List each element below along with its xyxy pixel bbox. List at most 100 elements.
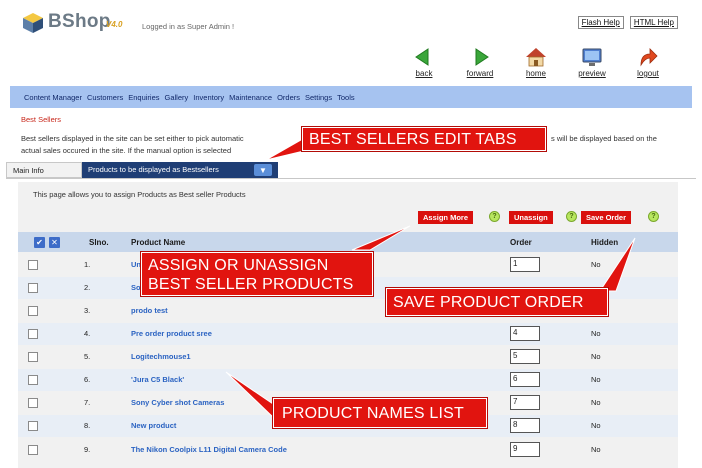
order-input[interactable]: 5 <box>510 349 540 364</box>
menu-enquiries[interactable]: Enquiries <box>128 93 159 102</box>
row-checkbox[interactable] <box>28 260 38 270</box>
monitor-icon <box>582 48 602 66</box>
table-row: 6. 'Jura C5 Black' 6 No <box>18 369 678 391</box>
description-line2: actual sales occured in the site. If the… <box>21 146 232 155</box>
check-all-icon[interactable]: ✔ <box>34 237 45 248</box>
table-row: 9. The Nikon Coolpix L11 Digital Camera … <box>18 439 678 461</box>
row-slno: 1. <box>84 260 91 269</box>
header-product-name: Product Name <box>131 238 186 247</box>
back-arrow-icon <box>415 48 429 66</box>
row-slno: 9. <box>84 445 91 454</box>
header-hidden: Hidden <box>591 238 619 247</box>
help-icon[interactable]: ? <box>648 211 659 222</box>
row-slno: 2. <box>84 283 91 292</box>
product-name-link[interactable]: The Nikon Coolpix L11 Digital Camera Cod… <box>131 445 287 454</box>
help-icon[interactable]: ? <box>489 211 500 222</box>
tab-bestseller-select[interactable]: Products to be displayed as Bestsellers … <box>82 162 278 178</box>
forward-label: forward <box>466 69 494 78</box>
assign-more-button[interactable]: Assign More <box>418 211 474 224</box>
logout-icon <box>640 48 658 67</box>
back-button[interactable]: back <box>400 46 448 82</box>
product-name-link[interactable]: Sony Cyber shot Cameras <box>131 398 224 407</box>
help-links: Flash Help HTML Help <box>577 16 678 29</box>
row-checkbox[interactable] <box>28 329 38 339</box>
menu-maintenance[interactable]: Maintenance <box>229 93 272 102</box>
table-row: 4. Pre order product sree 4 No <box>18 323 678 345</box>
order-input[interactable]: 4 <box>510 326 540 341</box>
table-row: 5. Logitechmouse1 5 No <box>18 346 678 368</box>
row-checkbox[interactable] <box>28 352 38 362</box>
product-name-link[interactable]: So <box>131 283 141 292</box>
menu-tools[interactable]: Tools <box>337 93 355 102</box>
product-name-link[interactable]: prodo test <box>131 306 168 315</box>
flash-help-link[interactable]: Flash Help <box>577 16 624 29</box>
order-input[interactable]: 1 <box>510 257 540 272</box>
product-name-link[interactable]: Logitechmouse1 <box>131 352 191 361</box>
menu-customers[interactable]: Customers <box>87 93 123 102</box>
order-input[interactable]: 7 <box>510 395 540 410</box>
row-slno: 5. <box>84 352 91 361</box>
row-checkbox[interactable] <box>28 283 38 293</box>
row-checkbox[interactable] <box>28 421 38 431</box>
logged-in-text: Logged in as Super Admin ! <box>142 22 235 31</box>
preview-label: preview <box>578 69 606 78</box>
tab-select-label: Products to be displayed as Bestsellers <box>88 165 219 174</box>
menu-inventory[interactable]: Inventory <box>193 93 224 102</box>
menu-content-manager[interactable]: Content Manager <box>24 93 82 102</box>
unassign-button[interactable]: Unassign <box>509 211 553 224</box>
row-slno: 7. <box>84 398 91 407</box>
tab-bar: Main Info Products to be displayed as Be… <box>6 162 278 178</box>
table-header: Slno. Product Name Order Hidden <box>18 232 678 252</box>
callout-assign-line2: BEST SELLER PRODUCTS <box>148 276 354 293</box>
header-order: Order <box>510 238 532 247</box>
order-input[interactable]: 9 <box>510 442 540 457</box>
tab-divider <box>6 178 696 179</box>
toolbar: back forward home preview logout <box>400 46 672 82</box>
help-icon[interactable]: ? <box>566 211 577 222</box>
brand-name: BShop <box>48 11 111 32</box>
header-slno: Slno. <box>89 238 109 247</box>
callout-save-order: SAVE PRODUCT ORDER <box>386 288 608 316</box>
menu-gallery[interactable]: Gallery <box>165 93 189 102</box>
row-slno: 8. <box>84 421 91 430</box>
main-menu: Content Manager Customers Enquiries Gall… <box>10 86 692 108</box>
row-checkbox[interactable] <box>28 306 38 316</box>
hidden-value: No <box>591 329 601 338</box>
row-checkbox[interactable] <box>28 375 38 385</box>
menu-settings[interactable]: Settings <box>305 93 332 102</box>
back-label: back <box>415 69 433 78</box>
logo-icon <box>23 13 43 33</box>
callout-names-list: PRODUCT NAMES LIST <box>273 398 487 428</box>
chevron-down-icon[interactable]: ▼ <box>254 164 272 176</box>
product-name-link[interactable]: Pre order product sree <box>131 329 212 338</box>
save-order-button[interactable]: Save Order <box>581 211 632 224</box>
order-input[interactable]: 6 <box>510 372 540 387</box>
home-button[interactable]: home <box>512 46 560 82</box>
info-text: This page allows you to assign Products … <box>33 190 246 199</box>
product-name-link[interactable]: 'Jura C5 Black' <box>131 375 184 384</box>
uncheck-all-icon[interactable]: ✕ <box>49 237 60 248</box>
forward-arrow-icon <box>475 48 489 66</box>
preview-button[interactable]: preview <box>568 46 616 82</box>
html-help-link[interactable]: HTML Help <box>629 16 678 29</box>
hidden-value: No <box>591 421 601 430</box>
hidden-value: No <box>591 375 601 384</box>
version-label: V4.0 <box>106 20 123 29</box>
product-name-link[interactable]: Un <box>131 260 141 269</box>
logout-button[interactable]: logout <box>624 46 672 82</box>
row-slno: 4. <box>84 329 91 338</box>
row-checkbox[interactable] <box>28 445 38 455</box>
breadcrumb: Best Sellers <box>21 115 62 124</box>
description-left: Best sellers displayed in the site can b… <box>21 134 244 143</box>
hidden-value: No <box>591 352 601 361</box>
row-checkbox[interactable] <box>28 398 38 408</box>
tab-main-info[interactable]: Main Info <box>6 162 82 178</box>
callout-assign-line1: ASSIGN OR UNASSIGN <box>148 257 329 274</box>
callout-assign: ASSIGN OR UNASSIGN BEST SELLER PRODUCTS <box>141 252 373 296</box>
row-slno: 3. <box>84 306 91 315</box>
product-name-link[interactable]: New product <box>131 421 176 430</box>
order-input[interactable]: 8 <box>510 418 540 433</box>
description-right: s will be displayed based on the <box>551 134 657 143</box>
forward-button[interactable]: forward <box>456 46 504 82</box>
menu-orders[interactable]: Orders <box>277 93 300 102</box>
